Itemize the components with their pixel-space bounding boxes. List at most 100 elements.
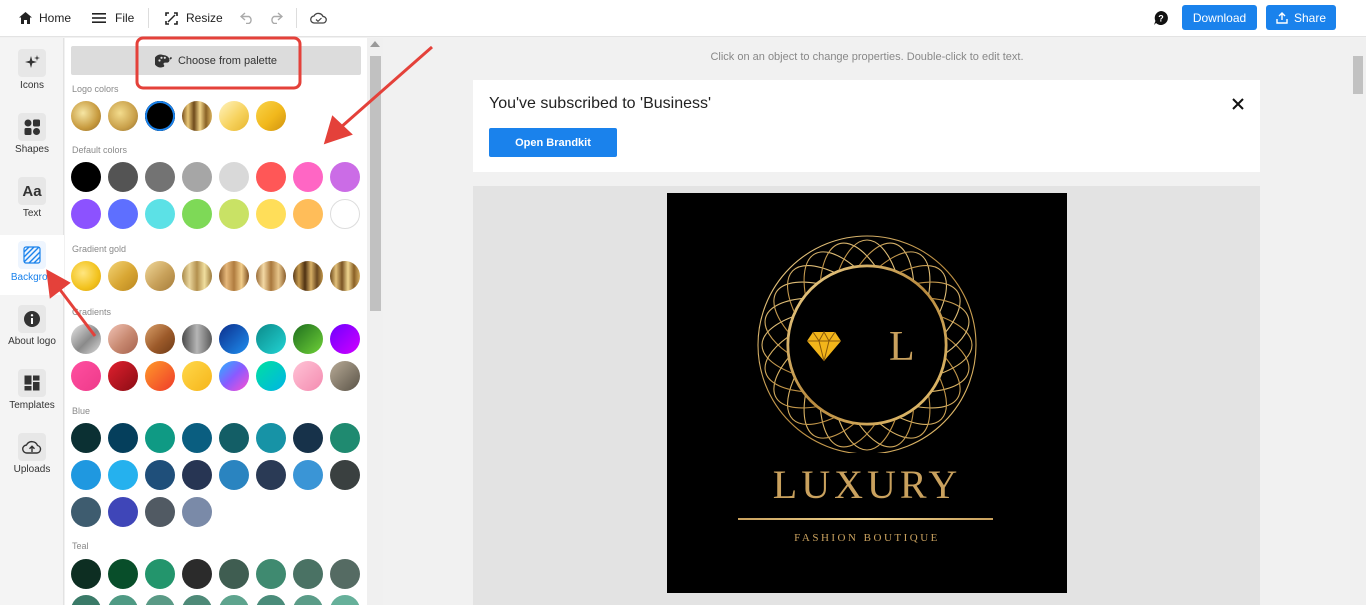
color-swatch[interactable] <box>71 324 101 354</box>
file-menu-button[interactable]: File <box>92 0 134 37</box>
cloud-save-button[interactable] <box>310 0 327 37</box>
rail-item-background[interactable]: Backgrou <box>0 235 64 295</box>
color-swatch[interactable] <box>145 460 175 490</box>
rail-item-shapes[interactable]: Shapes <box>0 107 64 167</box>
color-swatch[interactable] <box>256 361 286 391</box>
color-swatch[interactable] <box>330 324 360 354</box>
color-swatch[interactable] <box>293 559 323 589</box>
redo-button[interactable] <box>268 0 283 37</box>
color-swatch[interactable] <box>330 595 360 605</box>
color-swatch[interactable] <box>219 101 249 131</box>
color-swatch[interactable] <box>293 162 323 192</box>
color-swatch[interactable] <box>219 361 249 391</box>
color-swatch[interactable] <box>330 460 360 490</box>
color-swatch[interactable] <box>145 497 175 527</box>
color-swatch[interactable] <box>293 423 323 453</box>
color-swatch[interactable] <box>219 261 249 291</box>
scroll-up-arrow[interactable] <box>370 41 380 47</box>
share-button[interactable]: Share <box>1266 5 1336 30</box>
color-swatch[interactable] <box>145 261 175 291</box>
color-swatch[interactable] <box>256 423 286 453</box>
color-swatch[interactable] <box>256 261 286 291</box>
color-swatch[interactable] <box>145 199 175 229</box>
color-swatch[interactable] <box>182 101 212 131</box>
color-swatch[interactable] <box>71 595 101 605</box>
download-button[interactable]: Download <box>1182 5 1257 30</box>
choose-from-palette-button[interactable]: Choose from palette <box>71 46 361 75</box>
undo-button[interactable] <box>240 0 255 37</box>
color-swatch[interactable] <box>108 199 138 229</box>
color-swatch[interactable] <box>145 595 175 605</box>
color-swatch[interactable] <box>293 199 323 229</box>
color-swatch[interactable] <box>182 423 212 453</box>
color-swatch[interactable] <box>145 101 175 131</box>
rail-item-templates[interactable]: Templates <box>0 363 64 423</box>
color-swatch[interactable] <box>330 423 360 453</box>
rail-item-icons[interactable]: Icons <box>0 43 64 103</box>
color-swatch[interactable] <box>182 361 212 391</box>
color-swatch[interactable] <box>219 595 249 605</box>
color-swatch[interactable] <box>108 460 138 490</box>
color-swatch[interactable] <box>330 199 360 229</box>
color-swatch[interactable] <box>108 101 138 131</box>
color-swatch[interactable] <box>182 497 212 527</box>
color-swatch[interactable] <box>219 460 249 490</box>
color-swatch[interactable] <box>293 460 323 490</box>
color-swatch[interactable] <box>293 324 323 354</box>
color-swatch[interactable] <box>108 423 138 453</box>
color-swatch[interactable] <box>108 497 138 527</box>
color-swatch[interactable] <box>108 559 138 589</box>
color-swatch[interactable] <box>71 559 101 589</box>
color-swatch[interactable] <box>182 324 212 354</box>
color-swatch[interactable] <box>256 162 286 192</box>
color-swatch[interactable] <box>145 361 175 391</box>
color-swatch[interactable] <box>108 261 138 291</box>
color-swatch[interactable] <box>108 361 138 391</box>
color-swatch[interactable] <box>293 361 323 391</box>
color-swatch[interactable] <box>71 162 101 192</box>
open-brandkit-button[interactable]: Open Brandkit <box>489 128 617 157</box>
color-swatch[interactable] <box>145 423 175 453</box>
rail-item-about-logo[interactable]: About logo <box>0 299 64 359</box>
color-swatch[interactable] <box>330 361 360 391</box>
color-swatch[interactable] <box>145 559 175 589</box>
color-swatch[interactable] <box>182 199 212 229</box>
color-swatch[interactable] <box>108 162 138 192</box>
color-swatch[interactable] <box>145 324 175 354</box>
logo-artboard[interactable]: L LUXURY FASHION BOUTIQUE <box>667 193 1067 593</box>
scrollbar-thumb[interactable] <box>1353 56 1363 94</box>
color-swatch[interactable] <box>293 261 323 291</box>
color-swatch[interactable] <box>71 423 101 453</box>
canvas-scrollbar[interactable] <box>1350 38 1366 605</box>
color-swatch[interactable] <box>293 595 323 605</box>
color-swatch[interactable] <box>219 199 249 229</box>
color-swatch[interactable] <box>256 324 286 354</box>
chat-help-icon[interactable]: ? <box>1153 10 1169 26</box>
color-swatch[interactable] <box>71 199 101 229</box>
home-button[interactable]: Home <box>18 0 71 37</box>
color-swatch[interactable] <box>219 559 249 589</box>
color-swatch[interactable] <box>182 460 212 490</box>
color-swatch[interactable] <box>256 460 286 490</box>
color-swatch[interactable] <box>71 497 101 527</box>
color-swatch[interactable] <box>256 199 286 229</box>
color-swatch[interactable] <box>71 361 101 391</box>
close-icon[interactable] <box>1230 96 1246 112</box>
color-swatch[interactable] <box>330 162 360 192</box>
color-swatch[interactable] <box>145 162 175 192</box>
color-swatch[interactable] <box>219 162 249 192</box>
color-swatch[interactable] <box>108 324 138 354</box>
color-swatch[interactable] <box>219 324 249 354</box>
scrollbar-thumb[interactable] <box>370 56 381 311</box>
color-swatch[interactable] <box>256 595 286 605</box>
color-swatch[interactable] <box>256 559 286 589</box>
color-swatch[interactable] <box>71 261 101 291</box>
color-swatch[interactable] <box>182 559 212 589</box>
color-swatch[interactable] <box>182 162 212 192</box>
panel-scrollbar[interactable] <box>367 38 383 605</box>
resize-button[interactable]: Resize <box>164 0 223 37</box>
color-swatch[interactable] <box>256 101 286 131</box>
color-swatch[interactable] <box>330 261 360 291</box>
color-swatch[interactable] <box>71 460 101 490</box>
color-swatch[interactable] <box>182 595 212 605</box>
